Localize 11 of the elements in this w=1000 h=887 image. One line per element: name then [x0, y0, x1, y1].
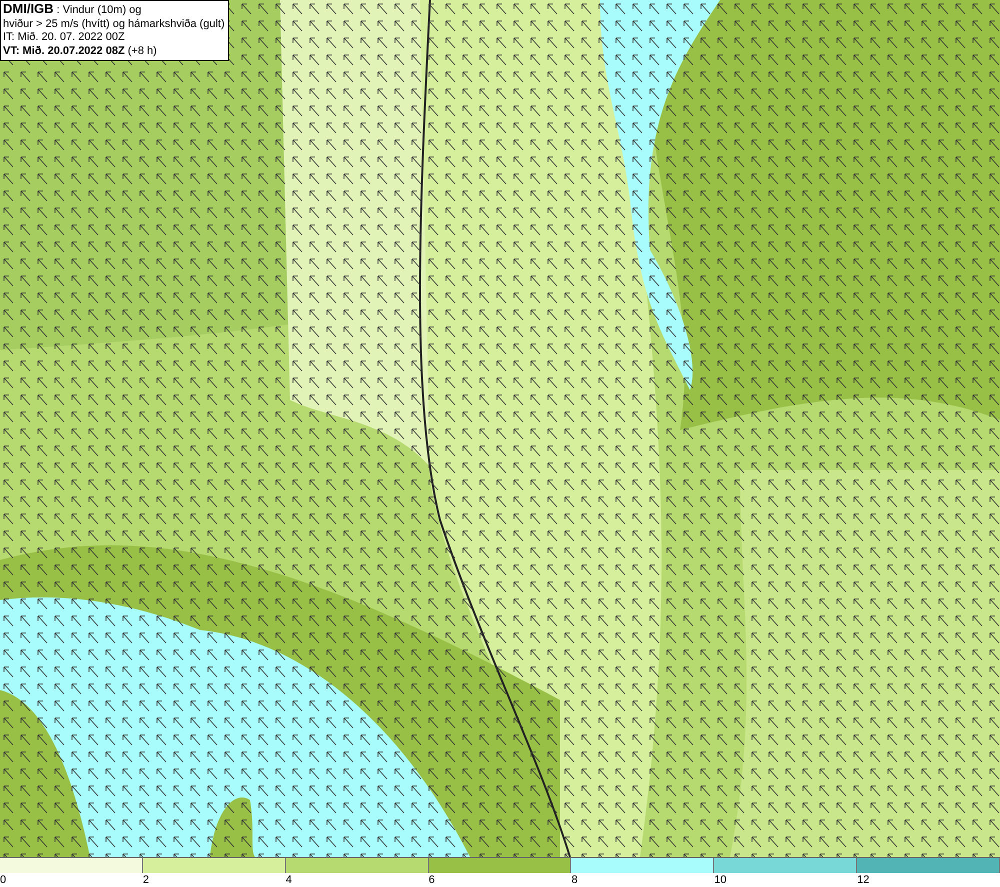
scale-tick-label: 12 [857, 874, 870, 886]
header-text: hviður > 25 m/s (hvítt) og hámarkshviða (gult) [3, 18, 225, 31]
scale-tick-label: 2 [142, 874, 149, 886]
scale-tick-label: 10 [714, 874, 727, 886]
header-text: DMI/IGB : Vindur (10m) og [3, 2, 142, 18]
scale-tick-label: 6 [428, 874, 435, 886]
scale-tick-label: 0 [0, 874, 6, 886]
header-text: IT: Mið. 20. 07. 2022 00Z [3, 31, 126, 44]
header-text: VT: Mið. 20.07.2022 08Z (+8 h) [3, 44, 158, 58]
scale-tick-label: 8 [571, 874, 578, 886]
scale-tick-label: 4 [286, 874, 292, 886]
